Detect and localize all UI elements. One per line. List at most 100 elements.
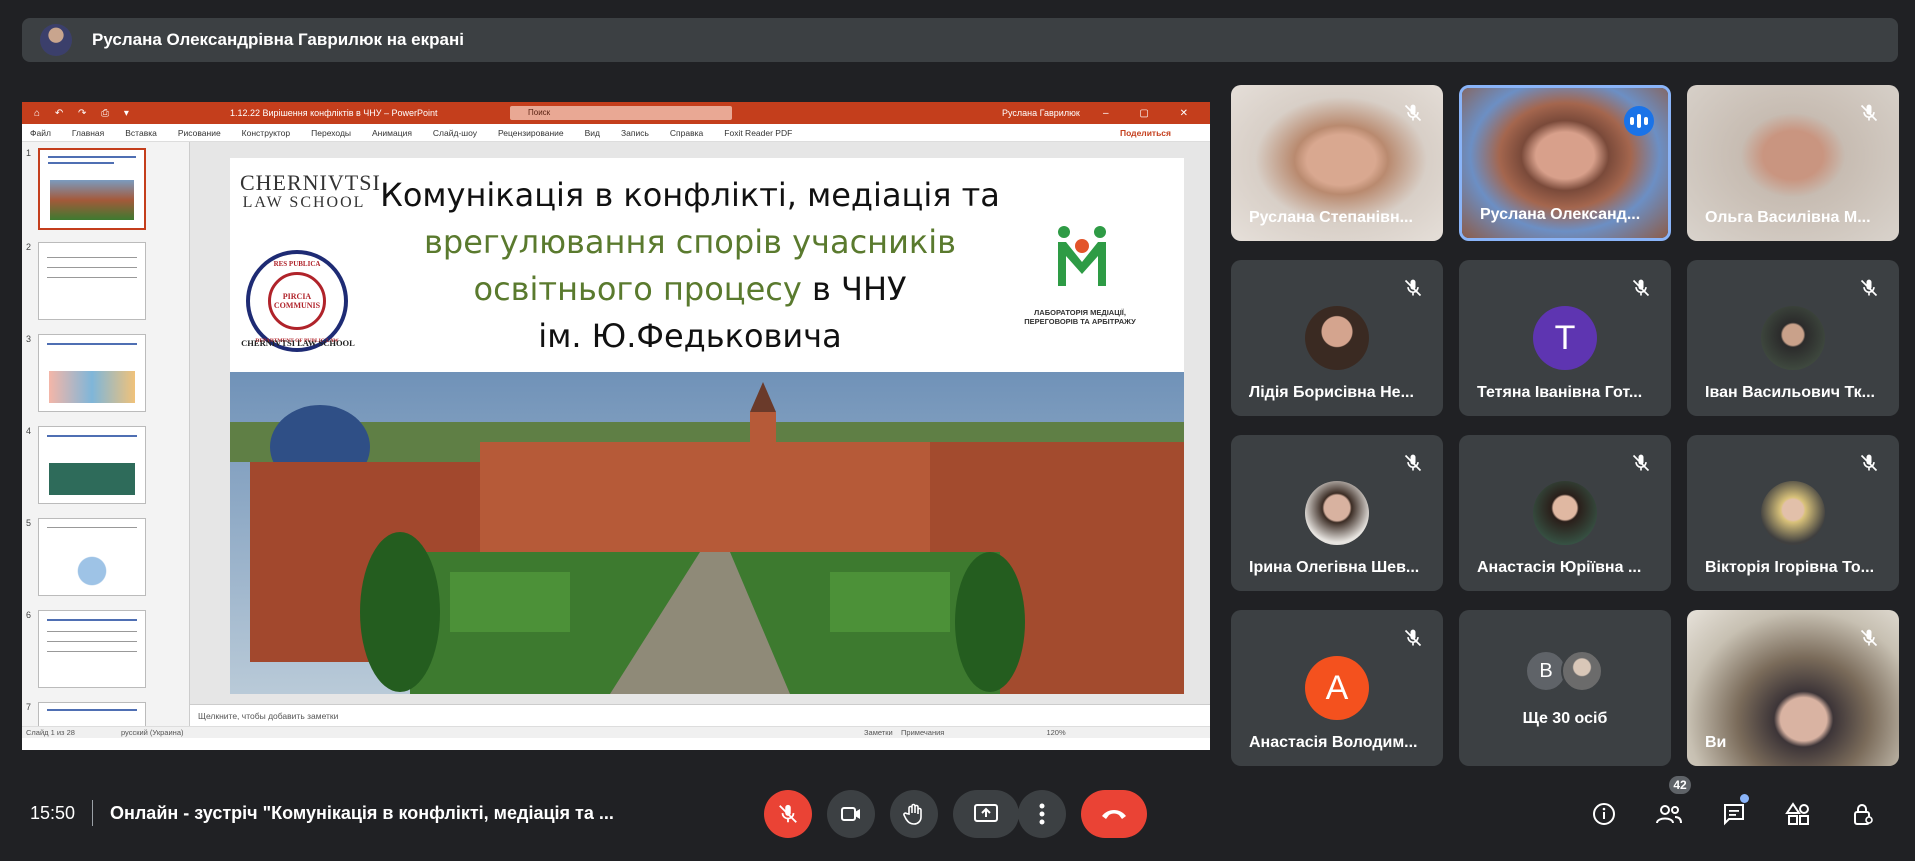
hand-icon xyxy=(903,803,922,825)
more-vert-icon xyxy=(1039,803,1045,825)
powerpoint-statusbar: Слайд 1 из 28 русский (Украина) Заметки … xyxy=(22,726,1210,738)
thumb-number: 2 xyxy=(26,242,32,252)
participant-name: Ви xyxy=(1705,734,1727,751)
thumb-number: 4 xyxy=(26,426,32,436)
slide-thumbnails[interactable]: 1 2 3 4 5 6 7 xyxy=(22,142,190,738)
thumb-image xyxy=(49,555,135,587)
ribbon-tab[interactable]: Конструктор xyxy=(242,128,290,138)
title-line-3-black: в ЧНУ xyxy=(801,270,907,308)
present-screen-button[interactable] xyxy=(953,790,1019,838)
participant-tile-active-speaker[interactable]: Руслана Олександ... xyxy=(1459,85,1671,241)
mic-off-icon xyxy=(1625,272,1657,304)
participant-tile[interactable]: Анастасія Юріївна ... xyxy=(1459,435,1671,591)
mic-off-icon xyxy=(1397,272,1429,304)
thumb-text xyxy=(47,709,137,711)
mic-off-icon xyxy=(1853,272,1885,304)
camera-toggle-button[interactable] xyxy=(827,790,875,838)
meeting-details-button[interactable] xyxy=(1586,796,1622,832)
ribbon-tab[interactable]: Рецензирование xyxy=(498,128,564,138)
notes-pane[interactable]: Щелкните, чтобы добавить заметки xyxy=(190,704,1210,726)
seal-center: PIRCIA COMMUNIS xyxy=(268,272,326,330)
quick-access-toolbar[interactable]: ⌂ ↶ ↷ ⎙ ▾ xyxy=(34,108,135,119)
more-participants-tile[interactable]: B Ще 30 осіб xyxy=(1459,610,1671,766)
thumb-text xyxy=(47,619,137,621)
leave-call-button[interactable] xyxy=(1081,790,1147,838)
ribbon-tab[interactable]: Справка xyxy=(670,128,703,138)
ribbon-tabs: Файл Главная Вставка Рисование Конструкт… xyxy=(22,124,1210,142)
slide-thumbnail[interactable] xyxy=(38,610,146,688)
logo-line-2: LAW SCHOOL xyxy=(242,194,366,211)
thumb-number: 1 xyxy=(26,148,32,158)
divider xyxy=(92,800,93,826)
activities-button[interactable] xyxy=(1780,796,1816,832)
powerpoint-user[interactable]: Руслана Гаврилюк xyxy=(1002,108,1080,118)
shared-screen[interactable]: ⌂ ↶ ↷ ⎙ ▾ 1.12.22 Вирішення конфліктів в… xyxy=(22,102,1210,750)
participant-name: Лідія Борисівна Не... xyxy=(1249,384,1414,401)
participant-avatar xyxy=(1561,650,1603,692)
hangup-icon xyxy=(1102,810,1126,819)
thumb-text xyxy=(48,162,114,164)
current-slide[interactable]: CHERNIVTSI LAW SCHOOL RES PUBLICA PIRCIA… xyxy=(230,158,1184,694)
slide-editor[interactable]: CHERNIVTSI LAW SCHOOL RES PUBLICA PIRCIA… xyxy=(190,142,1210,738)
participant-tile[interactable]: A Анастасія Володим... xyxy=(1231,610,1443,766)
ribbon-tab[interactable]: Слайд-шоу xyxy=(433,128,477,138)
share-button[interactable]: Поделиться xyxy=(1120,128,1171,138)
people-count-badge: 42 xyxy=(1669,776,1691,794)
thumb-text xyxy=(47,267,137,268)
raise-hand-button[interactable] xyxy=(890,790,938,838)
meeting-clock: 15:50 xyxy=(30,803,76,823)
participant-tile[interactable]: Ірина Олегівна Шев... xyxy=(1231,435,1443,591)
participant-name: Іван Васильович Тк... xyxy=(1705,384,1875,401)
thumb-text xyxy=(47,343,137,345)
ribbon-tab[interactable]: Вставка xyxy=(125,128,157,138)
people-button[interactable] xyxy=(1651,796,1687,832)
participant-tile[interactable]: T Тетяна Іванівна Гот... xyxy=(1459,260,1671,416)
slide-title: Комунікація в конфлікті, медіація та вре… xyxy=(370,172,1010,360)
more-options-button[interactable] xyxy=(1018,790,1066,838)
ribbon-tab[interactable]: Foxit Reader PDF xyxy=(724,128,792,138)
comments-toggle[interactable]: Примечания xyxy=(901,728,944,737)
zoom-level[interactable]: 120% xyxy=(1046,728,1065,737)
ribbon-tab[interactable]: Анимация xyxy=(372,128,412,138)
ribbon-tab[interactable]: Запись xyxy=(621,128,649,138)
document-title: 1.12.22 Вирішення конфліктів в ЧНУ – Pow… xyxy=(230,108,438,118)
ribbon-tab[interactable]: Вид xyxy=(585,128,600,138)
participant-tile[interactable]: Руслана Степанівн... xyxy=(1231,85,1443,241)
participant-tile[interactable]: Лідія Борисівна Не... xyxy=(1231,260,1443,416)
title-line-3-green: освітнього процесу xyxy=(473,270,802,308)
ribbon-tab[interactable]: Файл xyxy=(30,128,51,138)
participant-tile-self[interactable]: Ви xyxy=(1687,610,1899,766)
ribbon-tab[interactable]: Главная xyxy=(72,128,104,138)
slide-thumbnail[interactable] xyxy=(38,518,146,596)
meeting-title[interactable]: Онлайн - зустріч "Комунікація в конфлікт… xyxy=(110,803,614,824)
participant-tile[interactable]: Ольга Василівна М... xyxy=(1687,85,1899,241)
title-line-1: Комунікація в конфлікті, медіація та xyxy=(380,176,1000,214)
logo-bottom-text: CHERNIVTSI LAW SCHOOL xyxy=(241,338,355,348)
mic-off-icon xyxy=(1397,622,1429,654)
participant-initial-avatar: T xyxy=(1533,306,1597,370)
chat-unread-dot xyxy=(1740,794,1749,803)
participant-avatar xyxy=(1305,481,1369,545)
slide-thumbnail[interactable] xyxy=(38,148,146,230)
participant-tile[interactable]: Вікторія Ігорівна То... xyxy=(1687,435,1899,591)
title-line-4: ім. Ю.Федьковича xyxy=(538,317,842,355)
thumb-number: 5 xyxy=(26,518,32,528)
title-line-3: освітнього процесу в ЧНУ xyxy=(370,266,1010,313)
ribbon-tab[interactable]: Переходы xyxy=(311,128,351,138)
powerpoint-search[interactable]: Поиск xyxy=(510,106,732,120)
slide-thumbnail[interactable] xyxy=(38,426,146,504)
thumb-image xyxy=(50,180,134,220)
ribbon-tab[interactable]: Рисование xyxy=(178,128,221,138)
participant-avatar xyxy=(1761,481,1825,545)
slide-thumbnail[interactable] xyxy=(38,242,146,320)
window-controls[interactable]: – ▢ ✕ xyxy=(1103,108,1202,119)
lab-caption: ЛАБОРАТОРІЯ МЕДІАЦІЇ, ПЕРЕГОВОРІВ ТА АРБ… xyxy=(1024,308,1136,326)
host-controls-button[interactable] xyxy=(1845,796,1881,832)
notes-toggle[interactable]: Заметки xyxy=(864,728,893,737)
participant-tile[interactable]: Іван Васильович Тк... xyxy=(1687,260,1899,416)
status-language[interactable]: русский (Украина) xyxy=(121,728,184,737)
thumb-image xyxy=(49,371,135,403)
microphone-toggle-button[interactable] xyxy=(764,790,812,838)
slide-thumbnail[interactable] xyxy=(38,334,146,412)
thumb-text xyxy=(47,277,137,278)
